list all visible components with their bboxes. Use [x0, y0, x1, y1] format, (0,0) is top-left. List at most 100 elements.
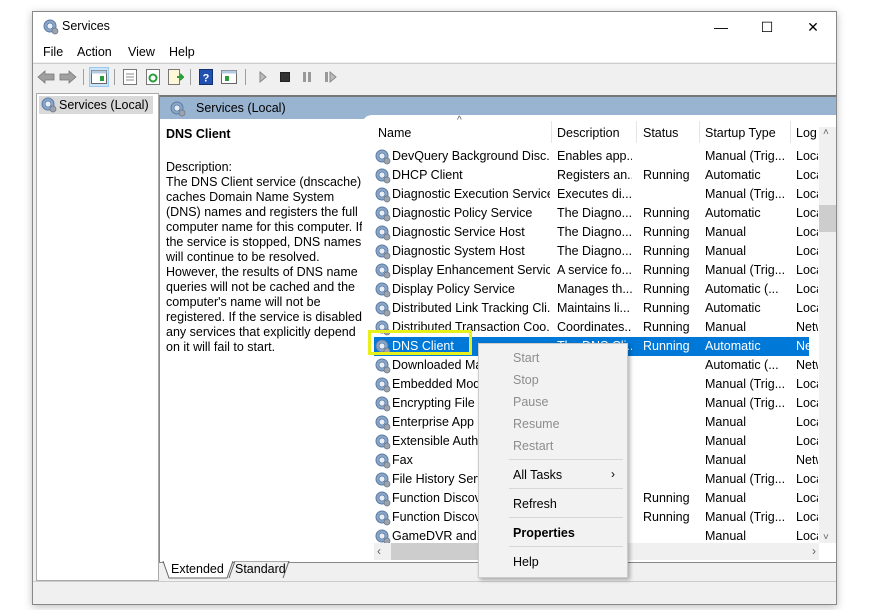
cell-status: Running [643, 491, 690, 505]
cell-log: Loca [796, 434, 818, 448]
scroll-down-icon[interactable]: ˅ [823, 532, 829, 543]
service-row[interactable]: DHCP Client Registers an... Running Automat… [374, 166, 818, 185]
column-divider[interactable] [790, 121, 791, 143]
service-row[interactable]: Distributed Link Tracking Cli... Maintain… [374, 299, 818, 318]
restart-service-button[interactable] [321, 67, 341, 87]
cell-startup: Manual [705, 320, 746, 334]
minimize-button[interactable]: — [698, 12, 744, 42]
cell-startup: Manual (Trig... [705, 377, 786, 391]
sort-ascending-icon: ^ [457, 115, 462, 126]
column-header-log-on-as[interactable]: Log [796, 126, 817, 146]
cell-status: Running [643, 320, 690, 334]
service-row[interactable]: Display Enhancement Service A service fo.… [374, 261, 818, 280]
scroll-right-icon[interactable]: › [812, 544, 816, 558]
context-menu-restart[interactable]: Restart [513, 439, 553, 453]
title-bar: Services — ☐ ✕ [33, 12, 836, 42]
tree-item-services-local[interactable]: Services (Local) [39, 96, 153, 114]
cell-status: Running [643, 339, 690, 353]
back-icon [37, 70, 55, 84]
close-button[interactable]: ✕ [790, 12, 836, 42]
service-gear-icon [375, 225, 391, 241]
cell-status: Running [643, 225, 690, 239]
start-service-button[interactable] [253, 67, 273, 87]
export-list-icon [168, 69, 184, 85]
stop-service-button[interactable] [275, 67, 295, 87]
description-label: Description: [166, 160, 232, 174]
cell-name: Display Enhancement Service [392, 263, 550, 277]
column-header-name[interactable]: Name [378, 126, 411, 146]
cell-name: Diagnostic System Host [392, 244, 525, 258]
properties-button[interactable] [120, 67, 140, 87]
menu-file[interactable]: File [43, 45, 63, 59]
cell-name: Diagnostic Execution Service [392, 187, 550, 201]
help-button[interactable]: ? [196, 67, 216, 87]
back-button[interactable] [36, 67, 56, 87]
cell-startup: Manual [705, 434, 746, 448]
scroll-up-icon[interactable]: ˄ [823, 127, 829, 138]
service-gear-icon [375, 396, 391, 412]
service-row[interactable]: Display Policy Service Manages th... Runni… [374, 280, 818, 299]
service-gear-icon [375, 263, 391, 279]
svg-text:?: ? [203, 73, 210, 85]
service-gear-icon [375, 453, 391, 469]
stop-icon [280, 72, 290, 82]
service-gear-icon [375, 377, 391, 393]
services-window: Services — ☐ ✕ File Action View Help ? S… [32, 11, 837, 605]
show-hide-console-tree-button[interactable] [89, 67, 109, 87]
service-gear-icon [375, 149, 391, 165]
cell-log: Loca [796, 244, 818, 258]
cell-startup: Manual [705, 453, 746, 467]
forward-button[interactable] [58, 67, 78, 87]
service-row[interactable]: DevQuery Background Disc... Enables app..… [374, 147, 818, 166]
forward-icon [59, 70, 77, 84]
column-header-status[interactable]: Status [643, 126, 678, 146]
console-tree: Services (Local) [36, 93, 159, 581]
service-row[interactable]: Diagnostic System Host The Diagno... Runni… [374, 242, 818, 261]
menu-help[interactable]: Help [169, 45, 195, 59]
context-menu-stop[interactable]: Stop [513, 373, 539, 387]
context-menu-pause[interactable]: Pause [513, 395, 548, 409]
menu-action[interactable]: Action [77, 45, 112, 59]
cell-log: Netw [796, 453, 818, 467]
close-icon: ✕ [807, 19, 819, 35]
tab-standard[interactable]: Standard [229, 561, 292, 578]
context-menu-help[interactable]: Help [513, 555, 539, 569]
cell-startup: Manual (Trig... [705, 396, 786, 410]
refresh-button[interactable] [143, 67, 163, 87]
context-menu-separator [509, 488, 623, 489]
column-divider[interactable] [636, 121, 637, 143]
cell-log: Netw [796, 320, 818, 334]
maximize-button[interactable]: ☐ [744, 12, 790, 42]
vertical-scrollbar[interactable]: ˄ ˅ [819, 127, 836, 543]
pause-service-button[interactable] [297, 67, 317, 87]
service-row[interactable]: Diagnostic Execution Service Executes di.… [374, 185, 818, 204]
tab-extended[interactable]: Extended [165, 561, 230, 578]
column-header-startup-type[interactable]: Startup Type [705, 126, 776, 146]
column-header-description[interactable]: Description [557, 126, 620, 146]
cell-startup: Manual [705, 415, 746, 429]
vertical-scroll-thumb[interactable] [819, 205, 836, 232]
menu-view[interactable]: View [128, 45, 155, 59]
cell-log: Netw [796, 339, 818, 353]
show-action-pane-button[interactable] [219, 67, 239, 87]
context-menu-resume[interactable]: Resume [513, 417, 560, 431]
dns-client-highlight [368, 330, 472, 355]
context-menu-refresh[interactable]: Refresh [513, 497, 557, 511]
service-gear-icon [375, 415, 391, 431]
menu-bar: File Action View Help [33, 42, 836, 62]
service-row[interactable]: Diagnostic Policy Service The Diagno... Ru… [374, 204, 818, 223]
service-row[interactable]: Diagnostic Service Host The Diagno... Runn… [374, 223, 818, 242]
cell-description: Registers an... [557, 168, 632, 182]
restart-icon [325, 71, 337, 83]
export-list-button[interactable] [166, 67, 186, 87]
column-divider[interactable] [699, 121, 700, 143]
cell-status: Running [643, 510, 690, 524]
context-menu-start[interactable]: Start [513, 351, 539, 365]
cell-status: Running [643, 206, 690, 220]
column-divider[interactable] [551, 121, 552, 143]
scroll-left-icon[interactable]: ‹ [377, 544, 381, 558]
cell-log: Loca [796, 206, 818, 220]
context-menu-all-tasks[interactable]: All Tasks [513, 468, 562, 482]
context-menu-properties[interactable]: Properties [513, 526, 575, 540]
context-menu-separator [509, 459, 623, 460]
